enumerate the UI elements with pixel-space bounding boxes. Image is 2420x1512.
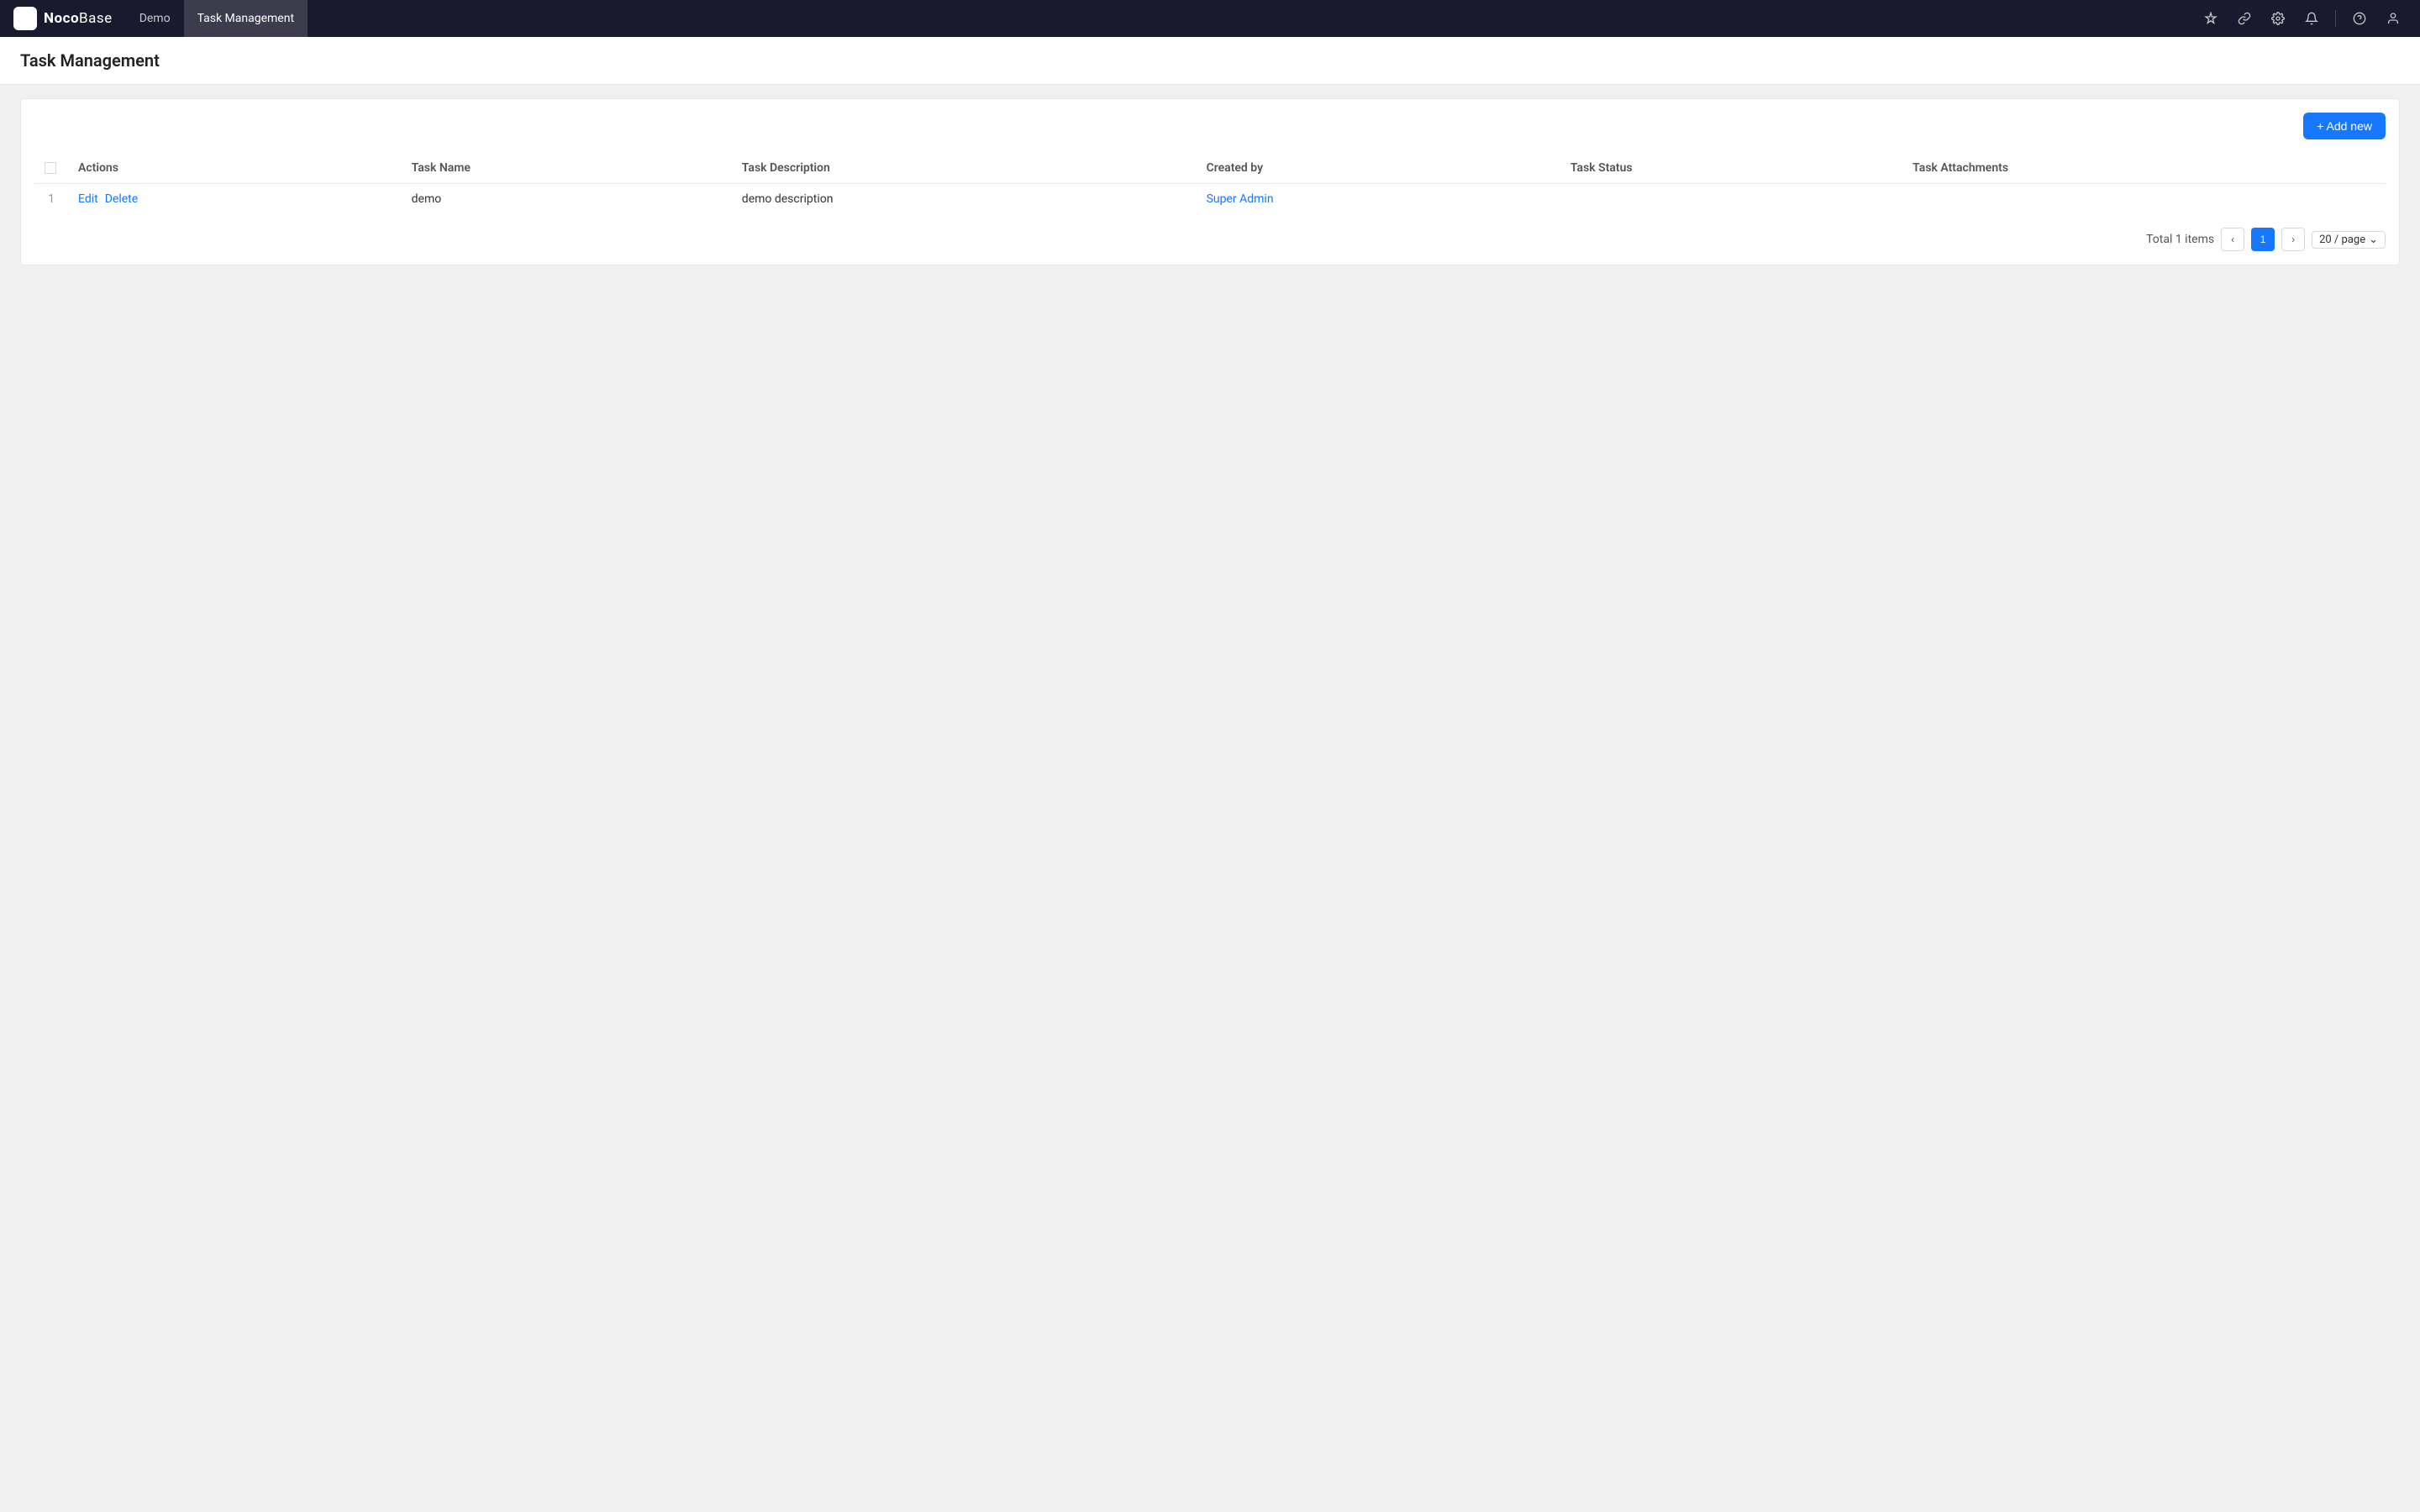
col-header-task-name: Task Name [402,153,732,184]
table-container: + Add new Actions Task Name Task Descrip… [20,98,2400,265]
logo: NocoBase [13,7,113,30]
nav-item-demo[interactable]: Demo [126,0,184,37]
col-header-actions: Actions [68,153,402,184]
link-icon[interactable] [2231,5,2258,32]
user-icon[interactable] [2380,5,2407,32]
row-number: 1 [34,184,68,215]
pagination-next[interactable]: › [2281,228,2305,251]
task-table: Actions Task Name Task Description Creat… [34,153,2386,214]
row-actions: Edit Delete [68,184,402,215]
row-created-by: Super Admin [1197,184,1560,215]
nav-divider [2335,10,2336,27]
nav-right-icons [2197,5,2407,32]
logo-text: NocoBase [44,10,113,27]
page-title: Task Management [20,50,2400,71]
select-all-checkbox[interactable] [45,162,56,174]
pagination-page-1[interactable]: 1 [2251,228,2275,251]
pagination: Total 1 items ‹ 1 › 20 / page ⌄ [34,228,2386,251]
main-content: + Add new Actions Task Name Task Descrip… [0,85,2420,279]
logo-icon [13,7,37,30]
row-task-description: demo description [732,184,1197,215]
top-navigation: NocoBase Demo Task Management [0,0,2420,37]
table-row: 1 Edit Delete demo demo description [34,184,2386,215]
page-size-selector[interactable]: 20 / page ⌄ [2312,231,2386,249]
col-header-task-status: Task Status [1560,153,1902,184]
pin-icon[interactable] [2197,5,2224,32]
delete-link[interactable]: Delete [105,192,138,206]
select-all-header [34,153,68,184]
edit-link[interactable]: Edit [78,192,98,206]
toolbar: + Add new [34,113,2386,139]
row-task-status [1560,184,1902,215]
col-header-task-description: Task Description [732,153,1197,184]
pagination-total: Total 1 items [2146,233,2214,246]
settings-icon[interactable] [2265,5,2291,32]
add-new-button[interactable]: + Add new [2303,113,2386,139]
row-task-attachments [1902,184,2386,215]
col-header-created-by: Created by [1197,153,1560,184]
chevron-down-icon: ⌄ [2369,234,2378,246]
row-task-name: demo [402,184,732,215]
pagination-prev[interactable]: ‹ [2221,228,2244,251]
bell-icon[interactable] [2298,5,2325,32]
nav-item-task-management[interactable]: Task Management [184,0,308,37]
page-header: Task Management [0,37,2420,85]
help-icon[interactable] [2346,5,2373,32]
created-by-link[interactable]: Super Admin [1207,192,1274,206]
col-header-task-attachments: Task Attachments [1902,153,2386,184]
